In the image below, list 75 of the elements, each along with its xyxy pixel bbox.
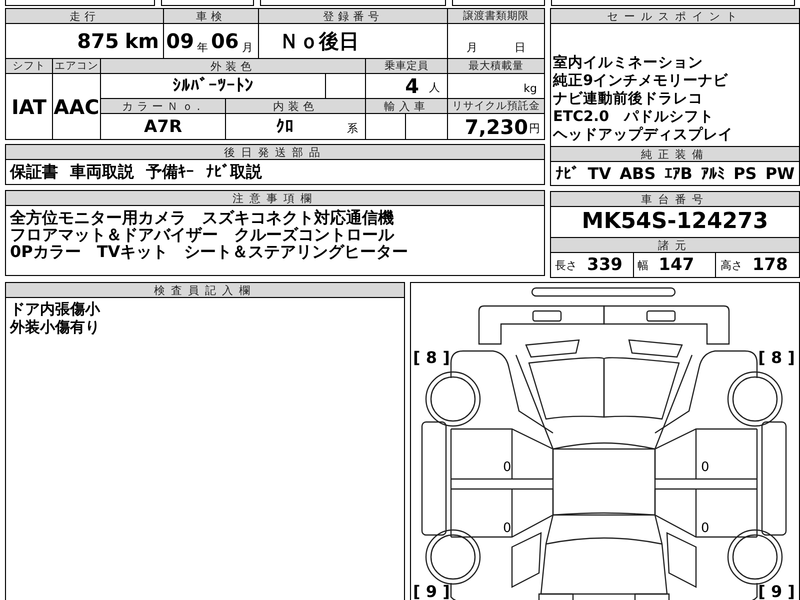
- corner-mark: [ 9 ]: [413, 582, 450, 600]
- panel-mark: 0: [503, 460, 512, 475]
- unit-label: kg: [524, 82, 537, 97]
- unit-label: 月: [466, 40, 478, 56]
- section-header: 車台番号: [551, 192, 799, 207]
- column-header: 車検: [164, 9, 258, 23]
- column-header: リサイクル預託金: [448, 99, 544, 113]
- column-header: 乗車定員: [366, 59, 447, 73]
- unit-label: 系: [347, 121, 358, 137]
- column-header: カラーＮｏ.: [101, 99, 225, 113]
- inspector-note: ドア内張傷小: [10, 300, 102, 318]
- corner-mark: [ 9 ]: [758, 582, 795, 600]
- panel-mark: 0: [503, 521, 512, 536]
- equipment-item: ABS: [620, 164, 656, 183]
- section-header: セールスポイント: [551, 9, 799, 24]
- sales-point-line: ヘッドアップディスプレイ: [553, 126, 734, 144]
- equipment-item: ｱﾙﾐ: [701, 164, 725, 183]
- sales-point-line: 室内イルミネーション: [553, 54, 704, 72]
- spec-label: 長さ: [555, 258, 577, 272]
- capacity-value: 4: [405, 74, 419, 98]
- column-header: 内装色: [226, 99, 365, 113]
- month-value: 06: [211, 29, 239, 53]
- unit-label: 円: [529, 121, 540, 137]
- color-number-value: A7R: [101, 114, 225, 139]
- inspector-note: 外装小傷有り: [10, 318, 101, 336]
- sales-point-line: ナビ連動前後ドラレコ: [553, 90, 704, 108]
- shift-value: IAT: [6, 74, 52, 139]
- section-header: 注意事項欄: [6, 191, 544, 206]
- note-line: フロアマット＆ドアバイザー クルーズコントロール: [10, 226, 396, 243]
- equipment-item: PW: [765, 164, 795, 183]
- spec-label: 高さ: [720, 258, 742, 272]
- equipment-item: TV: [588, 164, 612, 183]
- column-header: シフト: [6, 59, 52, 73]
- panel-mark: 0: [701, 521, 710, 536]
- column-header: 外装色: [101, 59, 365, 73]
- column-header: 輸入車: [366, 99, 447, 113]
- exterior-color-value: ｼﾙﾊﾞｰﾂｰﾄﾝ: [101, 74, 325, 98]
- note-line: 0Pカラー TVキット シート＆ステアリングヒーター: [10, 243, 410, 260]
- unit-label: 人: [429, 80, 440, 96]
- aircon-value: AAC: [53, 74, 100, 139]
- part-item: ﾅﾋﾞ取説: [206, 162, 262, 182]
- equipment-item: ﾅﾋﾞ: [555, 164, 580, 183]
- spec-value: 178: [752, 255, 788, 275]
- part-item: 保証書: [10, 162, 58, 182]
- panel-mark: 0: [701, 460, 710, 475]
- equipment-item: ｴｱB: [664, 164, 692, 183]
- year-value: 09: [166, 29, 194, 53]
- note-line: 全方位モニター用カメラ スズキコネクト対応通信機: [10, 209, 395, 226]
- part-item: 車両取説: [70, 162, 134, 182]
- column-header: 譲渡書類期限: [448, 9, 544, 23]
- corner-mark: [ 8 ]: [413, 348, 450, 367]
- corner-mark: [ 8 ]: [758, 348, 795, 367]
- section-header: 純正装備: [551, 146, 799, 161]
- unit-label: 年: [197, 40, 208, 56]
- unit-label: 月: [242, 40, 253, 56]
- interior-color-value: ｸﾛ: [276, 116, 294, 136]
- column-header: エアコン: [53, 59, 100, 73]
- equipment-item: PS: [734, 164, 757, 183]
- section-header: 諸元: [551, 238, 799, 253]
- registration-value: Ｎｏ後日: [259, 24, 447, 58]
- unit-label: 日: [514, 40, 526, 56]
- spec-value: 147: [658, 255, 694, 275]
- part-item: 予備ｷｰ: [146, 162, 194, 182]
- unit-label: km: [124, 29, 159, 53]
- column-header: 最大積載量: [448, 59, 544, 73]
- spec-label: 幅: [638, 258, 649, 272]
- mileage-value: 875: [77, 29, 119, 53]
- recycle-fee-value: 7,230: [464, 114, 528, 138]
- sales-point-line: 純正9インチメモリーナビ: [553, 72, 730, 90]
- column-header: 走行: [6, 9, 163, 23]
- sales-point-line: ETC2.0 パドルシフト: [553, 108, 716, 126]
- section-header: 後日発送部品: [6, 145, 544, 160]
- spec-value: 339: [587, 255, 622, 275]
- column-header: 登録番号: [259, 9, 447, 23]
- section-header: 検査員記入欄: [6, 283, 404, 298]
